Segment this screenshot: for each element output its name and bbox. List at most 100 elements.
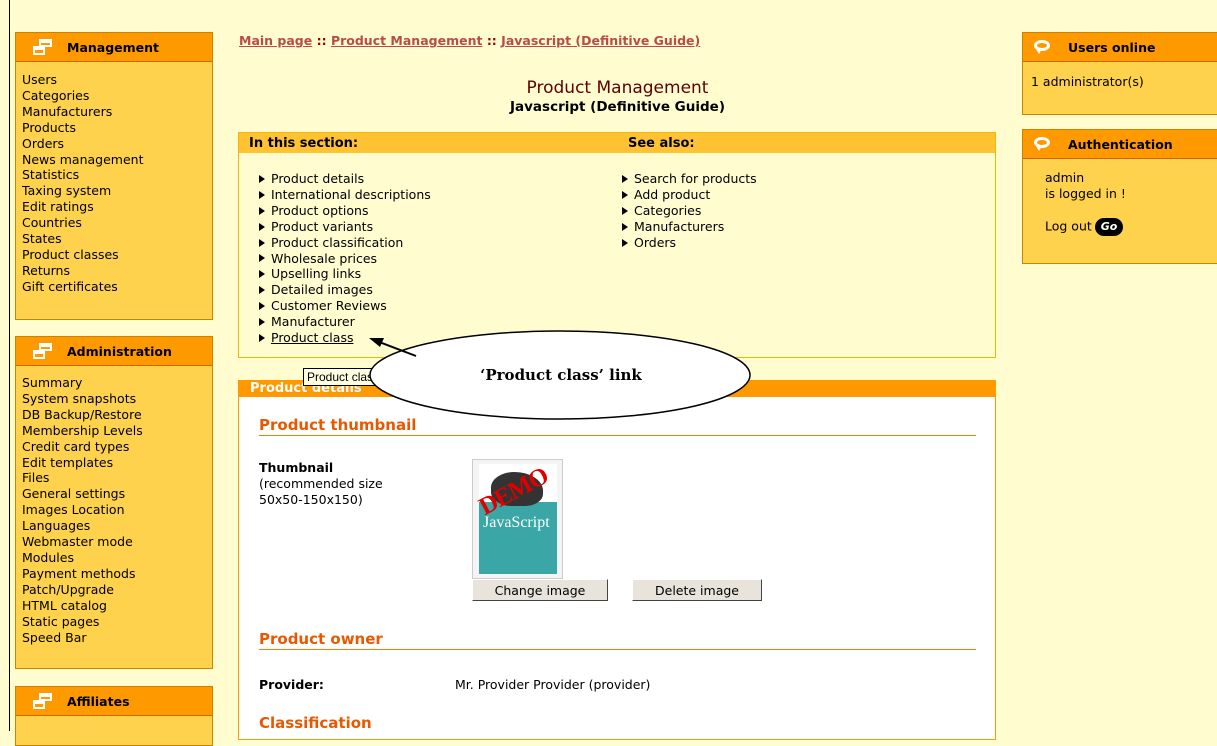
menu-item-label: News management: [22, 151, 144, 167]
section-link-product-classification[interactable]: Product classification: [258, 235, 431, 251]
window-icon: [33, 38, 55, 56]
menu-item-label: Edit ratings: [22, 199, 94, 215]
menu-item-files[interactable]: Files: [22, 470, 206, 486]
menu-item-orders[interactable]: Orders: [22, 136, 206, 152]
section-navigation-box: In this section: See also: Product detai…: [238, 132, 996, 358]
menu-item-taxing-system[interactable]: Taxing system: [22, 183, 206, 199]
menu-item-label: Manufacturers: [22, 103, 113, 119]
menu-item-patch-upgrade[interactable]: Patch/Upgrade: [22, 582, 206, 598]
menu-item-languages[interactable]: Languages: [22, 518, 206, 534]
menu-item-edit-ratings[interactable]: Edit ratings: [22, 199, 206, 215]
users-online-title: Users online: [1068, 39, 1156, 55]
menu-item-products[interactable]: Products: [22, 120, 206, 136]
triangle-bullet-icon: [259, 270, 265, 279]
authentication-header: Authentication: [1023, 130, 1217, 159]
section-link-label: Product classification: [271, 234, 404, 250]
menu-item-static-pages[interactable]: Static pages: [22, 614, 206, 630]
section-link-upselling-links[interactable]: Upselling links: [258, 266, 431, 282]
delete-image-button[interactable]: Delete image: [632, 579, 762, 601]
menu-item-modules[interactable]: Modules: [22, 550, 206, 566]
see-also-link-manufacturers[interactable]: Manufacturers: [621, 219, 757, 235]
in-this-section-heading: In this section:: [249, 136, 359, 151]
section-link-wholesale-prices[interactable]: Wholesale prices: [258, 251, 431, 267]
triangle-bullet-icon: [622, 206, 628, 215]
menu-item-label: HTML catalog: [22, 597, 107, 613]
see-also-link-orders[interactable]: Orders: [621, 235, 757, 251]
menu-item-gift-certificates[interactable]: Gift certificates: [22, 279, 206, 295]
users-online-header: Users online: [1023, 33, 1217, 62]
section-link-product-details[interactable]: Product details: [258, 171, 431, 187]
management-title: Management: [67, 39, 160, 55]
provider-value: Mr. Provider Provider (provider): [455, 677, 651, 692]
menu-item-label: Membership Levels: [22, 422, 143, 438]
book-cover-title: JavaScript: [483, 514, 550, 531]
menu-item-label: Images Location: [22, 502, 125, 518]
see-also-link-label: Add product: [634, 186, 711, 202]
menu-item-images-location[interactable]: Images Location: [22, 502, 206, 518]
menu-item-webmaster-mode[interactable]: Webmaster mode: [22, 534, 206, 550]
menu-item-label: Categories: [22, 87, 90, 103]
see-also-link-add-product[interactable]: Add product: [621, 187, 757, 203]
menu-item-countries[interactable]: Countries: [22, 215, 206, 231]
menu-item-label: Product classes: [22, 246, 119, 262]
menu-item-statistics[interactable]: Statistics: [22, 167, 206, 183]
section-link-label: International descriptions: [271, 186, 431, 202]
change-image-button[interactable]: Change image: [472, 579, 608, 601]
section-link-label: Product details: [271, 171, 365, 186]
menu-item-manufacturers[interactable]: Manufacturers: [22, 104, 206, 120]
section-link-label: Manufacturer: [271, 314, 355, 330]
menu-item-edit-templates[interactable]: Edit templates: [22, 455, 206, 471]
users-online-count: 1 administrator(s): [1031, 74, 1144, 89]
section-link-customer-reviews[interactable]: Customer Reviews: [258, 298, 431, 314]
menu-item-general-settings[interactable]: General settings: [22, 486, 206, 502]
thumbnail-size-note: (recommended size: [259, 476, 383, 491]
see-also-link-categories[interactable]: Categories: [621, 203, 757, 219]
breadcrumb-product-management[interactable]: Product Management: [331, 33, 483, 48]
provider-label: Provider:: [259, 677, 324, 692]
page-title: Product Management: [526, 78, 709, 98]
triangle-bullet-icon: [259, 238, 265, 247]
menu-item-product-classes[interactable]: Product classes: [22, 247, 206, 263]
see-also-link-search-for-products[interactable]: Search for products: [621, 171, 757, 187]
logout-link[interactable]: Log out: [1045, 218, 1092, 233]
menu-item-label: Products: [22, 119, 76, 135]
triangle-bullet-icon: [259, 318, 265, 327]
menu-item-html-catalog[interactable]: HTML catalog: [22, 598, 206, 614]
menu-item-news-management[interactable]: News management: [22, 152, 206, 168]
triangle-bullet-icon: [259, 286, 265, 295]
section-link-product-variants[interactable]: Product variants: [258, 219, 431, 235]
management-panel-header: Management: [16, 33, 212, 62]
menu-item-credit-card-types[interactable]: Credit card types: [22, 439, 206, 455]
section-link-detailed-images[interactable]: Detailed images: [258, 282, 431, 298]
menu-item-speed-bar[interactable]: Speed Bar: [22, 630, 206, 646]
go-button[interactable]: Go: [1094, 217, 1124, 236]
administration-panel: Administration Summary System snapshots DB…: [15, 336, 213, 669]
window-edge: [9, 0, 10, 731]
breadcrumb-main-page[interactable]: Main page: [239, 33, 312, 48]
menu-item-label: Countries: [22, 215, 82, 231]
section-link-product-options[interactable]: Product options: [258, 203, 431, 219]
menu-item-db-backup-restore[interactable]: DB Backup/Restore: [22, 407, 206, 423]
menu-item-payment-methods[interactable]: Payment methods: [22, 566, 206, 582]
menu-item-label: Users: [22, 72, 58, 87]
product-thumbnail-image: DEMO JavaScript: [472, 459, 563, 579]
triangle-bullet-icon: [259, 206, 265, 215]
menu-item-summary[interactable]: Summary: [22, 375, 206, 391]
menu-item-users[interactable]: Users: [22, 72, 206, 88]
window-icon: [33, 342, 55, 360]
menu-item-membership-levels[interactable]: Membership Levels: [22, 423, 206, 439]
section-link-international-descriptions[interactable]: International descriptions: [258, 187, 431, 203]
menu-item-system-snapshots[interactable]: System snapshots: [22, 391, 206, 407]
see-also-link-label: Orders: [634, 234, 677, 250]
triangle-bullet-icon: [259, 174, 265, 183]
breadcrumb-current-product[interactable]: Javascript (Definitive Guide): [501, 33, 700, 48]
callout-arrowhead: [369, 338, 384, 347]
affiliates-panel-header: Affiliates: [16, 687, 212, 716]
section-link-label: Customer Reviews: [271, 298, 387, 314]
speech-bubble-icon: [1034, 136, 1054, 152]
menu-item-states[interactable]: States: [22, 231, 206, 247]
menu-item-label: Payment methods: [22, 565, 136, 581]
menu-item-label: Gift certificates: [22, 278, 118, 294]
menu-item-categories[interactable]: Categories: [22, 88, 206, 104]
menu-item-returns[interactable]: Returns: [22, 263, 206, 279]
